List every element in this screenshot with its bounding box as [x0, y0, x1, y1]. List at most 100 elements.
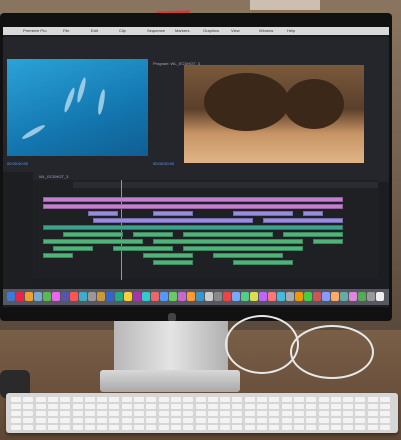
white-cable — [225, 315, 299, 374]
dock-app-icon[interactable] — [376, 292, 384, 301]
timeline-clip[interactable] — [183, 246, 303, 251]
dock-app-icon[interactable] — [322, 292, 330, 301]
dock-app-icon[interactable] — [259, 292, 267, 301]
dock-app-icon[interactable] — [178, 292, 186, 301]
timeline-clip[interactable] — [113, 246, 173, 251]
dock-app-icon[interactable] — [367, 292, 375, 301]
timeline-clip[interactable] — [43, 253, 73, 258]
keyboard-key — [97, 418, 108, 423]
keyboard-key — [72, 404, 83, 409]
menu-item-sequence[interactable]: Sequence — [147, 28, 165, 33]
dock-app-icon[interactable] — [340, 292, 348, 301]
dock-app-icon[interactable] — [250, 292, 258, 301]
dock-app-icon[interactable] — [7, 292, 15, 301]
timeline-clip[interactable] — [143, 253, 193, 258]
dock-app-icon[interactable] — [277, 292, 285, 301]
dock-app-icon[interactable] — [241, 292, 249, 301]
timeline-clip[interactable] — [43, 239, 143, 244]
timeline-clip[interactable] — [153, 211, 193, 216]
menu-item-edit[interactable]: Edit — [91, 28, 98, 33]
menu-item-premiere-pro[interactable]: Premiere Pro — [23, 28, 47, 33]
source-video-preview — [7, 59, 148, 156]
keyboard-key — [146, 404, 157, 409]
keyboard-key — [134, 397, 144, 402]
keyboard-key — [72, 397, 83, 402]
dock-app-icon[interactable] — [304, 292, 312, 301]
keyboard-key — [146, 397, 157, 402]
menu-item-graphics[interactable]: Graphics — [203, 28, 219, 33]
dock-app-icon[interactable] — [61, 292, 69, 301]
dock-app-icon[interactable] — [349, 292, 357, 301]
dock-app-icon[interactable] — [160, 292, 168, 301]
keyboard-key — [158, 397, 169, 402]
dock-app-icon[interactable] — [106, 292, 114, 301]
playhead[interactable] — [121, 180, 122, 280]
dock-app-icon[interactable] — [331, 292, 339, 301]
timeline-clip[interactable] — [213, 253, 283, 258]
timeline-clip[interactable] — [43, 204, 343, 209]
menu-item-markers[interactable]: Markers — [175, 28, 189, 33]
keyboard-key — [134, 411, 144, 416]
timeline-clip[interactable] — [153, 260, 193, 265]
dock-app-icon[interactable] — [115, 292, 123, 301]
dock-app-icon[interactable] — [187, 292, 195, 301]
dock-app-icon[interactable] — [223, 292, 231, 301]
timeline-ruler[interactable] — [73, 182, 378, 188]
menu-item-help[interactable]: Help — [287, 28, 295, 33]
monitor-stand-base — [100, 370, 240, 392]
dock-app-icon[interactable] — [196, 292, 204, 301]
timeline-clip[interactable] — [283, 232, 343, 237]
keyboard-key — [109, 425, 120, 430]
dock-app-icon[interactable] — [34, 292, 42, 301]
dock-app-icon[interactable] — [88, 292, 96, 301]
menu-item-file[interactable]: File — [63, 28, 69, 33]
dock-app-icon[interactable] — [313, 292, 321, 301]
dock-app-icon[interactable] — [133, 292, 141, 301]
timeline-clip[interactable] — [88, 211, 118, 216]
keyboard-key — [343, 397, 354, 402]
dock-app-icon[interactable] — [205, 292, 213, 301]
dock-app-icon[interactable] — [97, 292, 105, 301]
dock-app-icon[interactable] — [151, 292, 159, 301]
timeline-clip[interactable] — [53, 246, 93, 251]
timeline-clip[interactable] — [233, 211, 293, 216]
dock-app-icon[interactable] — [358, 292, 366, 301]
paper-note — [250, 0, 320, 10]
dock-app-icon[interactable] — [232, 292, 240, 301]
dock-app-icon[interactable] — [16, 292, 24, 301]
turtle-shape — [284, 79, 344, 129]
dock-app-icon[interactable] — [79, 292, 87, 301]
dock-app-icon[interactable] — [70, 292, 78, 301]
timeline-clip[interactable] — [63, 232, 123, 237]
timeline-clip[interactable] — [93, 218, 253, 223]
dock-app-icon[interactable] — [124, 292, 132, 301]
dock-app-icon[interactable] — [43, 292, 51, 301]
keyboard-key — [60, 418, 71, 423]
timeline-clip[interactable] — [183, 232, 273, 237]
timeline-clip[interactable] — [263, 218, 343, 223]
dock-app-icon[interactable] — [25, 292, 33, 301]
dock-app-icon[interactable] — [52, 292, 60, 301]
keyboard-key — [47, 418, 58, 423]
dock-app-icon[interactable] — [286, 292, 294, 301]
timeline-clip[interactable] — [233, 260, 293, 265]
keyboard-key — [257, 404, 267, 409]
timeline-clip[interactable] — [43, 197, 343, 202]
timeline-clip[interactable] — [303, 211, 323, 216]
dock-app-icon[interactable] — [295, 292, 303, 301]
timeline-clip[interactable] — [313, 239, 343, 244]
dock-app-icon[interactable] — [142, 292, 150, 301]
dock-app-icon[interactable] — [268, 292, 276, 301]
dolphin-shape — [96, 88, 107, 116]
timeline-clip[interactable] — [153, 239, 303, 244]
dock-app-icon[interactable] — [169, 292, 177, 301]
keyboard-key — [109, 397, 120, 402]
menu-item-window[interactable]: Window — [259, 28, 273, 33]
menu-item-view[interactable]: View — [231, 28, 240, 33]
dock-app-icon[interactable] — [214, 292, 222, 301]
timeline-clip[interactable] — [133, 232, 173, 237]
keyboard-key — [306, 411, 317, 416]
keyboard-key — [207, 404, 218, 409]
menu-item-clip[interactable]: Clip — [119, 28, 126, 33]
timeline-clip[interactable] — [43, 225, 343, 230]
